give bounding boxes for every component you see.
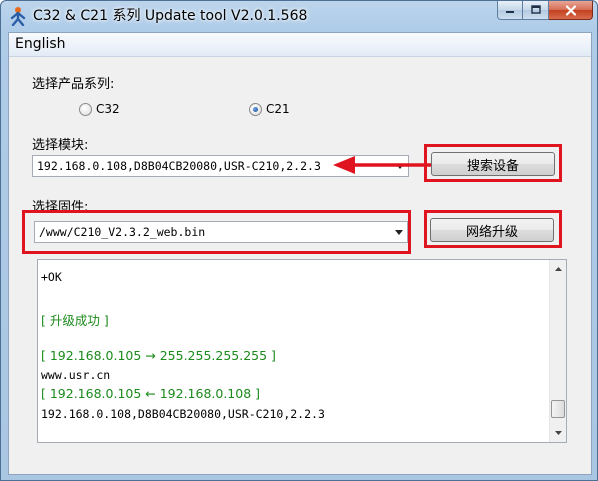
minimize-icon bbox=[506, 11, 514, 13]
firmware-select-value: /www/C210_V2.3.2_web.bin bbox=[39, 225, 206, 239]
module-label: 选择模块: bbox=[32, 138, 89, 153]
app-window: C32 & C21 系列 Update tool V2.0.1.568 Engl… bbox=[0, 0, 598, 481]
client-area: English 选择产品系列: C32 C21 选择模块: 192.168.0.… bbox=[8, 32, 592, 475]
close-icon bbox=[565, 4, 576, 16]
radio-c21[interactable]: C21 bbox=[249, 102, 290, 116]
scroll-thumb[interactable] bbox=[551, 400, 565, 418]
module-select-value: 192.168.0.108,D8B04CB20080,USR-C210,2.2.… bbox=[37, 159, 321, 173]
radio-c21-indicator bbox=[249, 102, 262, 116]
log-line: +OK bbox=[41, 270, 62, 284]
title-bar[interactable]: C32 & C21 系列 Update tool V2.0.1.568 bbox=[1, 1, 597, 31]
minimize-button[interactable] bbox=[497, 1, 523, 20]
search-device-button[interactable]: 搜索设备 bbox=[431, 152, 555, 176]
maximize-icon bbox=[530, 5, 541, 14]
log-line: [ 升级成功 ] bbox=[41, 313, 109, 328]
radio-c32-indicator bbox=[79, 102, 92, 116]
radio-c32-label: C32 bbox=[96, 102, 120, 116]
chevron-down-icon[interactable] bbox=[390, 222, 407, 242]
menu-english[interactable]: English bbox=[15, 36, 66, 52]
log-line: [ 192.168.0.105 → 255.255.255.255 ] bbox=[41, 348, 276, 363]
menu-bar: English bbox=[9, 33, 591, 57]
scroll-up-arrow-icon[interactable] bbox=[550, 260, 566, 277]
radio-c32[interactable]: C32 bbox=[79, 102, 120, 116]
window-title: C32 & C21 系列 Update tool V2.0.1.568 bbox=[33, 8, 308, 24]
app-logo-icon bbox=[8, 6, 28, 27]
log-line: 192.168.0.108,D8B04CB20080,USR-C210,2.2.… bbox=[41, 407, 325, 421]
firmware-select[interactable]: /www/C210_V2.3.2_web.bin bbox=[34, 221, 408, 243]
log-line: www.usr.cn bbox=[41, 368, 111, 382]
log-line: [ 192.168.0.105 ← 192.168.0.108 ] bbox=[41, 386, 261, 401]
annotation-arrow-icon bbox=[333, 156, 431, 174]
scroll-down-arrow-icon[interactable] bbox=[550, 424, 566, 441]
firmware-label: 选择固件: bbox=[32, 200, 89, 215]
network-upgrade-button[interactable]: 网络升级 bbox=[430, 218, 554, 242]
log-output[interactable]: +OK [ 升级成功 ] [ 192.168.0.105 → 255.255.2… bbox=[37, 259, 567, 443]
close-button[interactable] bbox=[549, 1, 593, 20]
log-scrollbar[interactable] bbox=[549, 260, 566, 442]
radio-c21-label: C21 bbox=[266, 102, 290, 116]
caption-buttons bbox=[497, 1, 593, 21]
maximize-button[interactable] bbox=[523, 1, 549, 20]
product-series-label: 选择产品系列: bbox=[32, 77, 115, 92]
